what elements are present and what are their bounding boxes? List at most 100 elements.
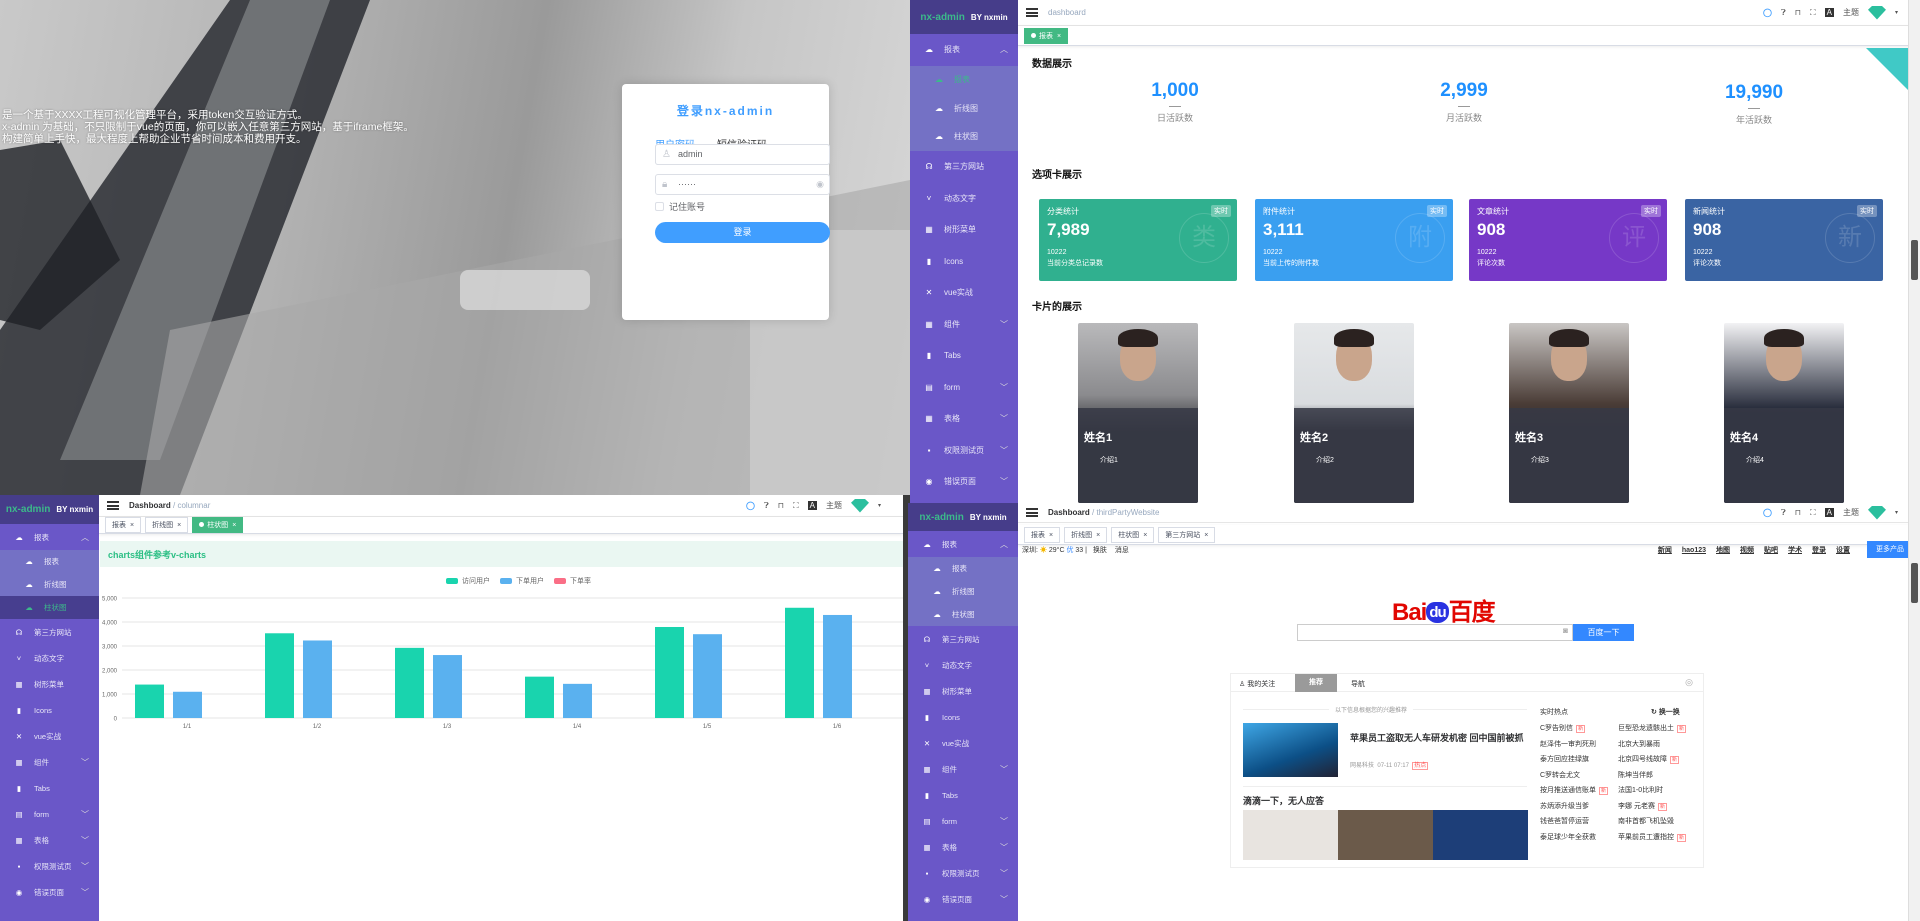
sidebar-item[interactable]: ▦ 树形菜单 (910, 214, 1018, 246)
baidu-nav-link[interactable]: 新闻 (1658, 545, 1672, 555)
lock-icon[interactable]: ⊓ (1795, 508, 1801, 517)
username-input[interactable]: ♙ admin (655, 144, 830, 165)
question-icon[interactable]: ❓︎ (1781, 508, 1786, 518)
refresh-button[interactable]: ↻ 换一换 (1651, 707, 1680, 717)
person-card[interactable]: 姓名1 介绍1 (1078, 323, 1198, 503)
caret-down-icon[interactable]: ▾ (1895, 509, 1898, 516)
sidebar-item[interactable]: ▤ form ﹀ (0, 801, 99, 827)
theme-button[interactable]: 主题 (1843, 507, 1859, 518)
sidebar-item[interactable]: ▪ 权限测试页 ﹀ (0, 853, 99, 879)
article-image[interactable] (1243, 723, 1338, 777)
caret-down-icon[interactable]: ▾ (1895, 9, 1898, 16)
hamburger-icon[interactable] (1026, 8, 1038, 17)
article2-image[interactable] (1433, 810, 1528, 860)
bar[interactable] (525, 676, 554, 718)
more-products-button[interactable]: 更多产品 (1867, 541, 1913, 558)
tag-item[interactable]: 柱状图 × (1111, 526, 1155, 543)
close-icon[interactable]: × (1096, 532, 1100, 539)
tag-item[interactable]: 折线图 × (145, 517, 189, 533)
fullscreen-icon[interactable]: ⛶ (793, 501, 799, 511)
legend-label[interactable]: 下单用户 (516, 576, 544, 586)
stat-card[interactable]: 评 文章统计 实时 908 10222 评论次数 (1469, 199, 1667, 281)
hot-item[interactable]: 北京四号线故障新 (1618, 754, 1680, 764)
legend-label[interactable]: 访问用户 (462, 576, 490, 586)
hot-item[interactable]: 巨型恐龙遗骸出土新 (1618, 723, 1687, 733)
tag-item[interactable]: 柱状图 × (192, 517, 244, 533)
sidebar-item[interactable]: ◉ 错误页面 ﹀ (910, 466, 1018, 498)
sidebar-item[interactable]: ☊ 第三方网站 (910, 151, 1018, 183)
baidu-nav-link[interactable]: hao123 (1682, 547, 1706, 554)
bar[interactable] (173, 691, 202, 718)
sidebar-item[interactable]: ˅ 动态文字 (908, 652, 1018, 678)
sidebar-item[interactable]: ▦ 表格 ﹀ (0, 827, 99, 853)
sidebar-item[interactable]: ◉ 错误页面 ﹀ (908, 886, 1018, 912)
baidu-nav-link[interactable]: 学术 (1788, 545, 1802, 555)
feed-tab-recommend[interactable]: 推荐 (1295, 674, 1337, 692)
sidebar-subitem[interactable]: ☁ 折线图 (0, 573, 99, 596)
close-icon[interactable]: × (1143, 532, 1147, 539)
sidebar-item[interactable]: ▮ Tabs (0, 775, 99, 801)
stat-card[interactable]: 新 新闻统计 实时 908 10222 评论次数 (1685, 199, 1883, 281)
tag-item[interactable]: 报表 × (1024, 27, 1069, 44)
close-icon[interactable]: × (130, 522, 134, 529)
corner-badge-icon[interactable] (1866, 48, 1908, 90)
breadcrumb-item[interactable]: Dashboard (1048, 508, 1090, 517)
sidebar-item[interactable]: ☊ 第三方网站 (0, 619, 99, 645)
hot-item[interactable]: C罗告别信新 (1540, 723, 1586, 733)
sidebar-subitem[interactable]: ☁ 柱状图 (910, 123, 1018, 152)
bar[interactable] (395, 647, 424, 718)
baidu-search-input[interactable]: ◙ (1297, 624, 1573, 641)
stat-card[interactable]: 附 附件统计 实时 3,111 10222 当前上传的附件数 (1255, 199, 1453, 281)
sidebar-item[interactable]: ◉ 错误页面 ﹀ (0, 879, 99, 905)
bar[interactable] (135, 684, 164, 718)
sidebar-item[interactable]: ▦ 组件 ﹀ (908, 756, 1018, 782)
legend-label[interactable]: 下单率 (570, 576, 591, 586)
sidebar-item[interactable]: ˅ 动态文字 (0, 645, 99, 671)
sidebar-item[interactable]: ▪ 权限测试页 ﹀ (910, 435, 1018, 467)
sidebar-item[interactable]: ▮ Icons (0, 697, 99, 723)
hamburger-icon[interactable] (107, 501, 119, 510)
font-size-icon[interactable]: A (1824, 508, 1834, 517)
close-icon[interactable]: × (1204, 532, 1208, 539)
person-card[interactable]: 姓名2 介绍2 (1294, 323, 1414, 503)
baidu-search-button[interactable]: 百度一下 (1573, 624, 1634, 641)
caret-down-icon[interactable]: ▾ (878, 502, 881, 509)
font-size-icon[interactable]: A (807, 501, 817, 510)
stat-card[interactable]: 类 分类统计 实时 7,989 10222 当前分类总记录数 (1039, 199, 1237, 281)
skin-link[interactable]: 换肤 (1093, 547, 1107, 554)
question-icon[interactable]: ❓︎ (764, 501, 769, 511)
article2-image[interactable] (1243, 810, 1338, 860)
sidebar-item[interactable]: ▤ form ﹀ (908, 808, 1018, 834)
sidebar-subitem[interactable]: ☁ 柱状图 (0, 596, 99, 619)
hot-item[interactable]: 南非首都飞机坠毁 (1618, 816, 1674, 826)
article-title[interactable]: 苹果员工盗取无人车研发机密 回中国前被抓 (1350, 732, 1525, 744)
github-icon[interactable]: ◯ (746, 501, 755, 510)
hot-item[interactable]: 苹果前员工遭指控新 (1618, 832, 1687, 842)
hot-item[interactable]: 泰方回应挂绿旗 (1540, 754, 1589, 764)
fullscreen-icon[interactable]: ⛶ (1810, 8, 1816, 18)
vue-logo-icon[interactable] (850, 498, 869, 513)
sidebar-item[interactable]: ☁ 报表 ︿ (0, 524, 99, 550)
breadcrumb-item[interactable]: Dashboard (129, 501, 171, 510)
sidebar-item[interactable]: ▦ 表格 ﹀ (908, 834, 1018, 860)
feed-tab-following[interactable]: ♙ 我的关注 (1239, 679, 1275, 689)
article2-title[interactable]: 滴滴一下，无人应答 (1243, 794, 1324, 807)
legend-swatch[interactable] (446, 578, 458, 584)
github-icon[interactable]: ◯ (1763, 508, 1772, 517)
sidebar-item[interactable]: ▮ Tabs (910, 340, 1018, 372)
lock-icon[interactable]: ⊓ (1795, 8, 1801, 17)
hot-item[interactable]: C罗转会尤文 (1540, 770, 1580, 780)
feed-tab-nav[interactable]: 导航 (1351, 679, 1365, 689)
hot-item[interactable]: 法国1-0比利时 (1618, 785, 1663, 795)
sidebar-item[interactable]: ✕ vue实战 (908, 730, 1018, 756)
article2-image[interactable] (1338, 810, 1433, 860)
question-icon[interactable]: ❓︎ (1781, 8, 1786, 18)
bar[interactable] (303, 640, 332, 718)
vue-logo-icon[interactable] (1867, 5, 1886, 20)
sidebar-item[interactable]: ✕ vue实战 (910, 277, 1018, 309)
baidu-nav-link[interactable]: 地图 (1716, 545, 1730, 555)
github-icon[interactable]: ◯ (1763, 8, 1772, 17)
sidebar-subitem[interactable]: ☁ 报表 (908, 557, 1018, 580)
sidebar-item[interactable]: ☁ 报表 ︿ (910, 34, 1018, 66)
close-icon[interactable]: × (1057, 33, 1061, 40)
